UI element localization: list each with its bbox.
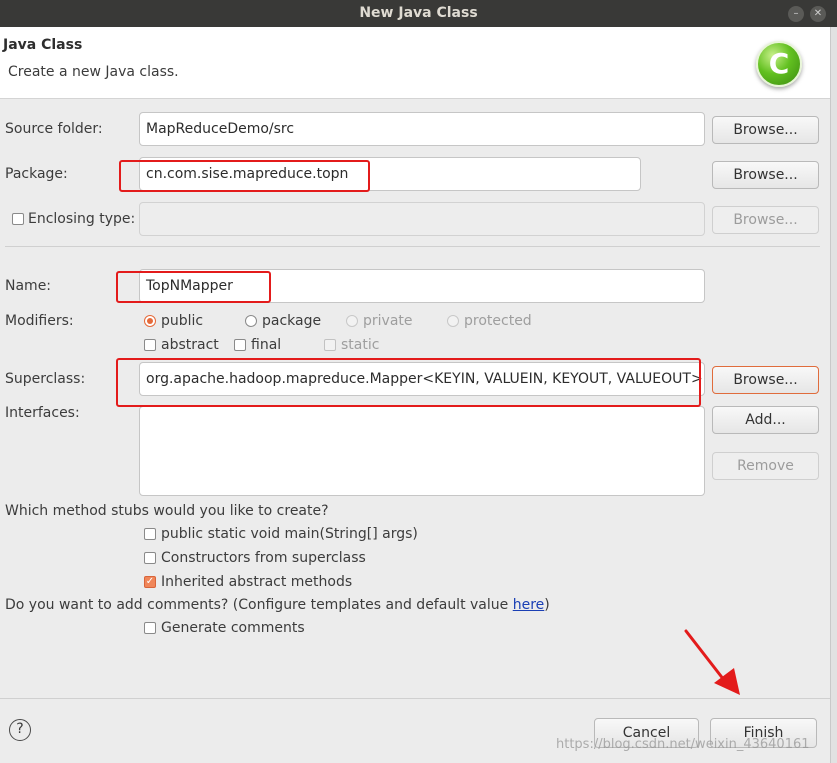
interfaces-list[interactable] xyxy=(139,406,705,496)
close-icon[interactable]: ✕ xyxy=(810,6,826,22)
stub-inherited-checkbox[interactable]: ✓ xyxy=(144,576,156,588)
stub-inherited-label: Inherited abstract methods xyxy=(161,574,353,590)
generate-comments-label: Generate comments xyxy=(161,620,305,636)
comments-question-text: Do you want to add comments? (Configure … xyxy=(5,597,513,613)
superclass-browse-button[interactable]: Browse... xyxy=(712,366,819,394)
background-window-edge xyxy=(830,27,837,763)
java-class-c-icon: C xyxy=(756,41,802,87)
minimize-icon[interactable]: – xyxy=(788,6,804,22)
modifier-static-checkbox[interactable] xyxy=(324,339,336,351)
window-title: New Java Class xyxy=(359,5,478,21)
package-input[interactable]: cn.com.sise.mapreduce.topn xyxy=(139,157,641,191)
modifiers-label: Modifiers: xyxy=(5,313,74,329)
modifier-private-radio[interactable] xyxy=(346,315,358,327)
modifier-private-label: private xyxy=(363,313,413,329)
modifier-public-label: public xyxy=(161,313,204,329)
superclass-input[interactable]: org.apache.hadoop.mapreduce.Mapper<KEYIN… xyxy=(139,362,705,396)
stub-main-label: public static void main(String[] args) xyxy=(161,526,418,542)
modifier-final-checkbox[interactable] xyxy=(234,339,246,351)
modifier-package-label: package xyxy=(262,313,322,329)
enclosing-type-browse-button[interactable]: Browse... xyxy=(712,206,819,234)
package-browse-button[interactable]: Browse... xyxy=(712,161,819,189)
enclosing-type-checkbox[interactable] xyxy=(12,213,24,225)
finish-arrow-icon xyxy=(684,629,740,695)
modifier-protected-radio[interactable] xyxy=(447,315,459,327)
method-stubs-question: Which method stubs would you like to cre… xyxy=(5,503,329,519)
generate-comments-checkbox[interactable] xyxy=(144,622,156,634)
name-input[interactable]: TopNMapper xyxy=(139,269,705,303)
superclass-label: Superclass: xyxy=(5,371,86,387)
configure-templates-link[interactable]: here xyxy=(513,597,545,613)
source-folder-input[interactable]: MapReduceDemo/src xyxy=(139,112,705,146)
interfaces-add-button[interactable]: Add... xyxy=(712,406,819,434)
interfaces-remove-button[interactable]: Remove xyxy=(712,452,819,480)
enclosing-type-label: Enclosing type: xyxy=(28,211,136,227)
modifier-abstract-label: abstract xyxy=(161,337,219,353)
wizard-title: Java Class xyxy=(3,37,83,53)
help-icon[interactable]: ? xyxy=(9,719,31,741)
comments-question: Do you want to add comments? (Configure … xyxy=(5,597,550,613)
modifier-protected-label: protected xyxy=(464,313,532,329)
modifier-static-label: static xyxy=(341,337,380,353)
stub-constructors-label: Constructors from superclass xyxy=(161,550,366,566)
watermark-text: https://blog.csdn.net/weixin_43640161 xyxy=(556,737,810,752)
modifier-final-label: final xyxy=(251,337,282,353)
name-label: Name: xyxy=(5,278,52,294)
interfaces-label: Interfaces: xyxy=(5,405,80,421)
modifier-abstract-checkbox[interactable] xyxy=(144,339,156,351)
source-folder-label: Source folder: xyxy=(5,121,103,137)
wizard-header: Java Class Create a new Java class. C xyxy=(0,27,830,99)
enclosing-type-input[interactable] xyxy=(139,202,705,236)
section-divider xyxy=(5,246,820,247)
wizard-description: Create a new Java class. xyxy=(8,64,179,80)
modifier-public-radio[interactable] xyxy=(144,315,156,327)
window-titlebar: New Java Class – ✕ xyxy=(0,0,837,27)
package-label: Package: xyxy=(5,166,68,182)
comments-question-end: ) xyxy=(544,597,550,613)
stub-constructors-checkbox[interactable] xyxy=(144,552,156,564)
modifier-package-radio[interactable] xyxy=(245,315,257,327)
stub-main-checkbox[interactable] xyxy=(144,528,156,540)
source-folder-browse-button[interactable]: Browse... xyxy=(712,116,819,144)
